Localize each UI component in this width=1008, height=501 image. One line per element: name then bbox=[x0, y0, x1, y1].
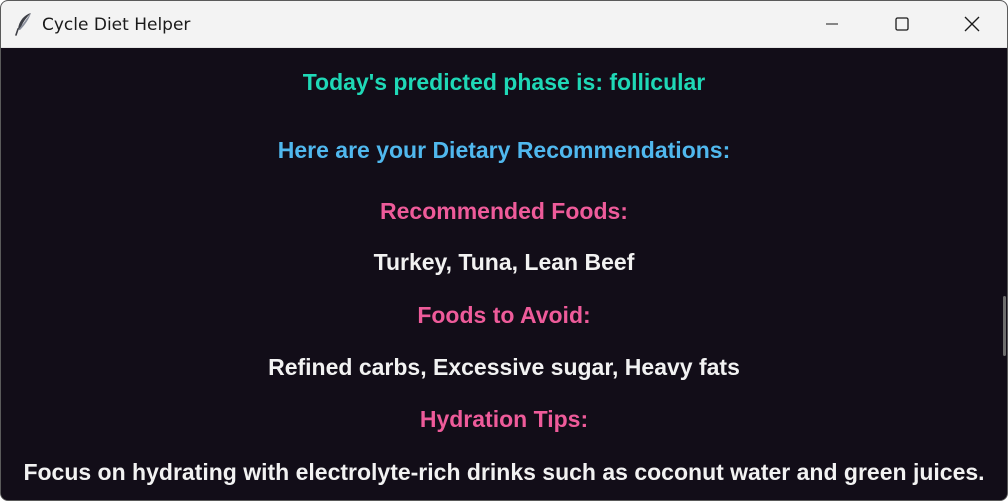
app-window: Cycle Diet Helper Today's predicted phas… bbox=[0, 0, 1008, 501]
hydration-tips-heading: Hydration Tips: bbox=[419, 406, 589, 432]
recommended-foods-list: Turkey, Tuna, Lean Beef bbox=[373, 249, 635, 275]
title-bar[interactable]: Cycle Diet Helper bbox=[1, 1, 1007, 48]
window-title: Cycle Diet Helper bbox=[42, 15, 191, 35]
minimize-icon bbox=[826, 23, 838, 25]
foods-to-avoid-list: Refined carbs, Excessive sugar, Heavy fa… bbox=[268, 354, 740, 380]
recommended-foods-heading: Recommended Foods: bbox=[380, 198, 628, 224]
scrollbar-thumb[interactable] bbox=[1003, 296, 1006, 356]
close-icon bbox=[964, 16, 980, 32]
foods-to-avoid-heading: Foods to Avoid: bbox=[417, 302, 591, 328]
feather-icon bbox=[14, 12, 36, 36]
maximize-icon bbox=[895, 17, 909, 31]
recommendations-panel: Today's predicted phase is: follicular H… bbox=[1, 48, 1007, 500]
maximize-button[interactable] bbox=[867, 1, 937, 47]
phase-label: Today's predicted phase is: follicular bbox=[302, 69, 706, 95]
hydration-tip-text: Focus on hydrating with electrolyte-rich… bbox=[23, 459, 985, 485]
intro-label: Here are your Dietary Recommendations: bbox=[277, 137, 731, 163]
close-button[interactable] bbox=[937, 1, 1007, 47]
minimize-button[interactable] bbox=[797, 1, 867, 47]
